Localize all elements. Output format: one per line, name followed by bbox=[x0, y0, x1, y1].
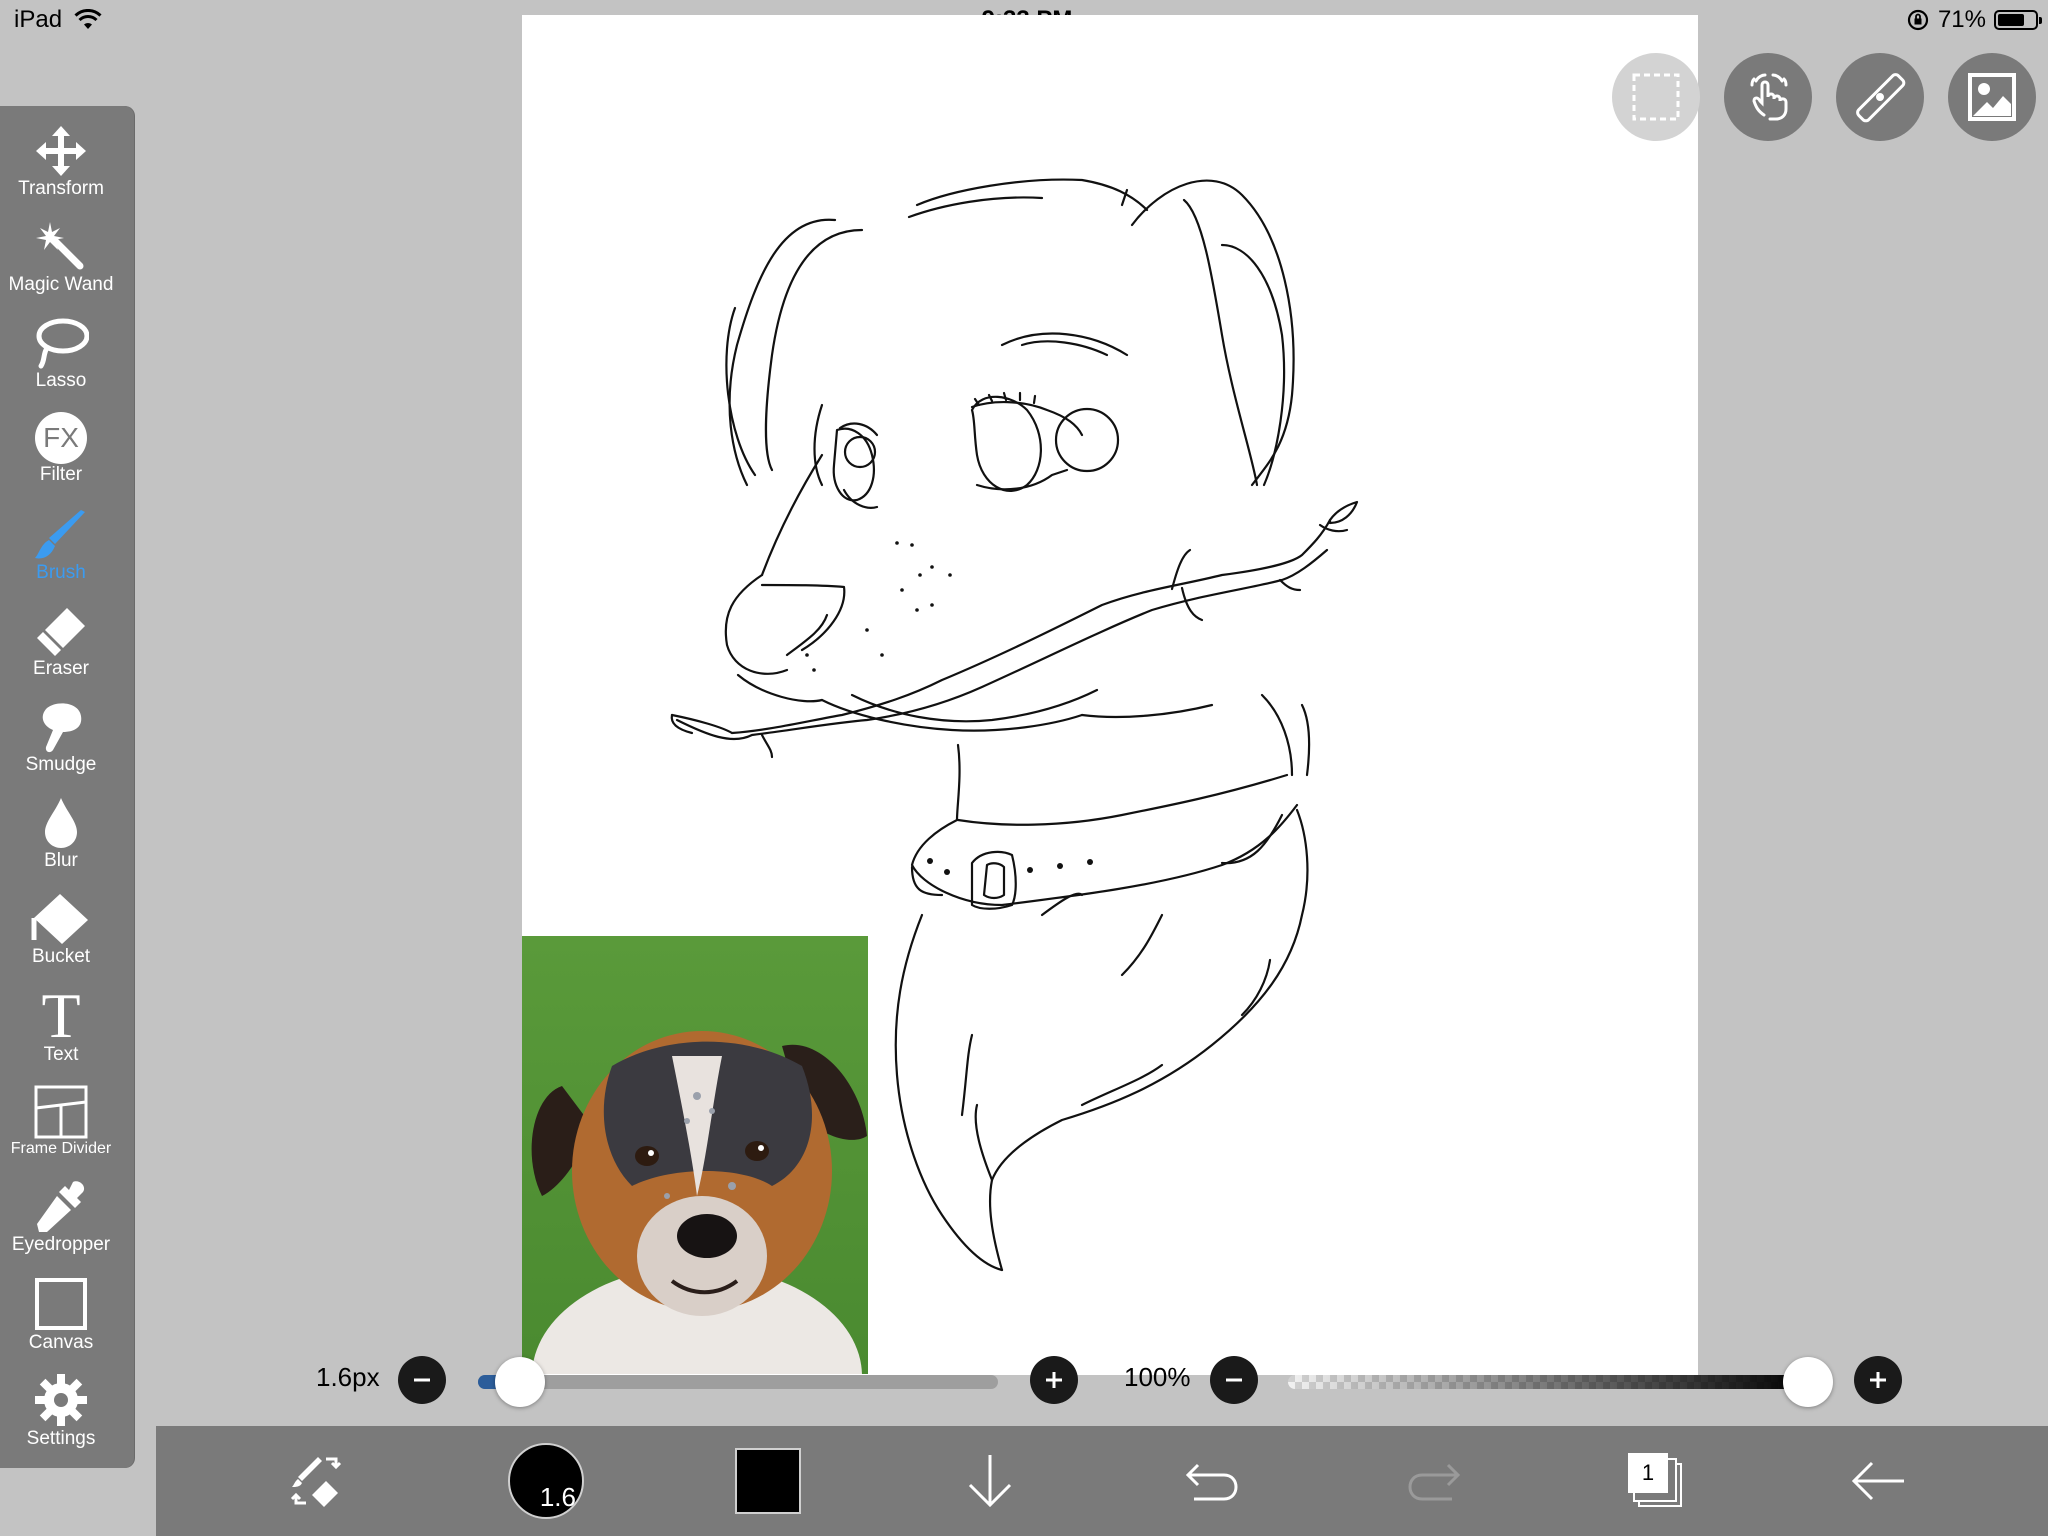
move-arrows-icon bbox=[36, 126, 86, 176]
tool-label: Smudge bbox=[25, 754, 97, 775]
reference-image-icon bbox=[1968, 73, 2016, 121]
tool-eyedropper[interactable]: Eyedropper bbox=[0, 1180, 122, 1256]
brush-size-slider-knob[interactable] bbox=[494, 1357, 545, 1407]
plus-icon bbox=[1870, 1372, 1886, 1388]
tool-sidebar: Transform Magic Wand Lasso FX Filter Bru… bbox=[0, 106, 134, 1468]
bucket-icon bbox=[31, 894, 88, 944]
arrow-down-icon bbox=[968, 1455, 1012, 1508]
reference-image-button[interactable] bbox=[1948, 53, 2036, 141]
tool-blur[interactable]: Blur bbox=[0, 796, 122, 872]
selection-button[interactable] bbox=[1612, 53, 1700, 141]
battery-percent: 71% bbox=[1937, 6, 1986, 33]
gear-icon bbox=[35, 1374, 87, 1426]
tool-label: Lasso bbox=[35, 370, 87, 391]
swap-brush-eraser-icon bbox=[290, 1457, 342, 1507]
tool-label: Bucket bbox=[31, 946, 91, 967]
tool-label: Brush bbox=[36, 562, 86, 583]
tool-transform[interactable]: Transform bbox=[0, 124, 122, 200]
undo-button[interactable] bbox=[1172, 1426, 1252, 1536]
tool-settings[interactable]: Settings bbox=[0, 1372, 122, 1450]
tool-canvas[interactable]: Canvas bbox=[0, 1276, 122, 1354]
selection-icon bbox=[1632, 73, 1680, 121]
brush-settings-button[interactable]: 1.6 bbox=[506, 1426, 586, 1536]
ruler-button[interactable] bbox=[1836, 53, 1924, 141]
opacity-decrease-button[interactable] bbox=[1210, 1356, 1258, 1404]
tool-label: Text bbox=[43, 1044, 79, 1065]
brush-size-badge: 1.6 bbox=[539, 1482, 576, 1512]
rotation-lock-icon bbox=[1907, 9, 1929, 31]
tool-label: Magic Wand bbox=[8, 274, 114, 295]
opacity-increase-button[interactable] bbox=[1854, 1356, 1902, 1404]
tool-label: Eyedropper bbox=[11, 1234, 111, 1255]
text-t-icon: T bbox=[41, 980, 81, 1051]
tool-label: Settings bbox=[26, 1428, 96, 1449]
minus-icon bbox=[1226, 1378, 1242, 1382]
gesture-button[interactable] bbox=[1724, 53, 1812, 141]
layer-merge-down-button[interactable] bbox=[950, 1426, 1030, 1536]
tool-brush[interactable]: Brush bbox=[0, 508, 122, 584]
brush-size-value: 1.6px bbox=[316, 1362, 380, 1392]
brush-size-increase-button[interactable] bbox=[1030, 1356, 1078, 1404]
tool-text[interactable]: T Text bbox=[0, 980, 122, 1066]
back-button[interactable] bbox=[1838, 1426, 1918, 1536]
plus-icon bbox=[1046, 1372, 1062, 1388]
brush-size-decrease-button[interactable] bbox=[398, 1356, 446, 1404]
eyedropper-icon bbox=[37, 1181, 85, 1232]
blur-drop-icon bbox=[45, 798, 77, 848]
magic-wand-icon bbox=[36, 222, 84, 270]
eraser-icon bbox=[37, 608, 85, 656]
brush-opacity-value: 100% bbox=[1124, 1362, 1191, 1392]
color-swatch bbox=[735, 1448, 801, 1514]
dog-photo-image bbox=[522, 936, 868, 1374]
touch-gesture-icon bbox=[1750, 73, 1788, 121]
layers-icon: 1 bbox=[1628, 1453, 1684, 1509]
lasso-icon bbox=[36, 318, 89, 369]
tool-label: Transform bbox=[18, 178, 104, 199]
arrow-left-icon bbox=[1851, 1461, 1904, 1501]
reference-photo[interactable] bbox=[522, 936, 868, 1374]
opacity-track[interactable] bbox=[1288, 1375, 1808, 1389]
tool-label: Filter bbox=[39, 464, 83, 485]
canvas-square-icon bbox=[35, 1278, 87, 1330]
tool-label: Canvas bbox=[28, 1332, 94, 1353]
brush-preview-icon: 1.6 bbox=[508, 1443, 584, 1519]
smudge-finger-icon bbox=[42, 703, 82, 753]
frame-divider-icon bbox=[34, 1085, 88, 1139]
opacity-slider-knob[interactable] bbox=[1783, 1357, 1833, 1407]
battery-icon bbox=[1994, 10, 2042, 30]
brush-icon bbox=[35, 510, 85, 559]
minus-icon bbox=[414, 1378, 430, 1382]
redo-icon bbox=[1408, 1463, 1461, 1501]
tool-label: Eraser bbox=[33, 658, 89, 679]
redo-button[interactable] bbox=[1394, 1426, 1474, 1536]
tool-filter[interactable]: FX Filter bbox=[0, 412, 122, 486]
tool-smudge[interactable]: Smudge bbox=[0, 700, 122, 776]
ruler-icon bbox=[1856, 73, 1906, 123]
bottom-toolbar: 1.6 1 bbox=[156, 1426, 2048, 1536]
color-button[interactable] bbox=[728, 1426, 808, 1536]
fx-filter-icon: FX bbox=[35, 412, 87, 464]
tool-lasso[interactable]: Lasso bbox=[0, 316, 122, 392]
tool-eraser[interactable]: Eraser bbox=[0, 604, 122, 680]
tool-bucket[interactable]: Bucket bbox=[0, 892, 122, 968]
undo-icon bbox=[1185, 1463, 1238, 1501]
tool-label: Blur bbox=[44, 850, 78, 871]
tool-magic-wand[interactable]: Magic Wand bbox=[0, 220, 122, 296]
brush-eraser-swap-button[interactable] bbox=[276, 1426, 356, 1536]
tool-label: Frame Divider bbox=[10, 1140, 112, 1157]
layer-count: 1 bbox=[1641, 1460, 1655, 1485]
layers-button[interactable]: 1 bbox=[1616, 1426, 1696, 1536]
brush-size-track[interactable] bbox=[478, 1375, 998, 1389]
tool-frame-divider[interactable]: Frame Divider bbox=[0, 1084, 122, 1158]
